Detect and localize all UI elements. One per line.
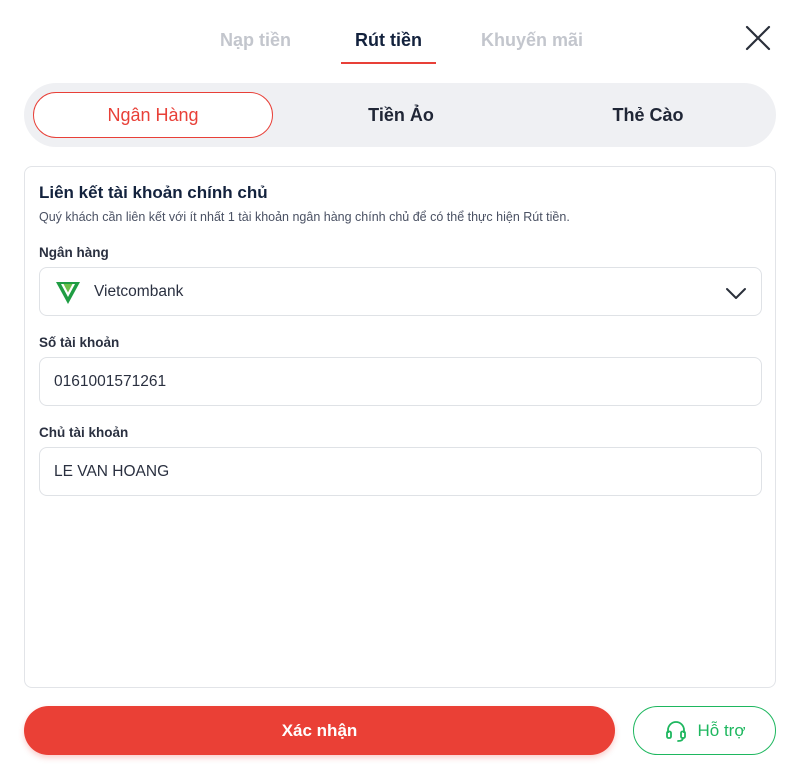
active-tab-indicator <box>341 62 436 64</box>
close-icon <box>745 25 771 51</box>
tab-deposit[interactable]: Nạp tiền <box>220 30 291 51</box>
vietcombank-logo-icon <box>56 281 80 304</box>
headset-icon <box>665 720 686 742</box>
top-tab-bar: Nạp tiền Rút tiền Khuyến mãi <box>0 0 800 70</box>
bank-select[interactable]: Vietcombank <box>39 267 762 316</box>
tab-withdraw[interactable]: Rút tiền <box>355 30 422 51</box>
account-number-label: Số tài khoản <box>39 335 120 350</box>
account-holder-field <box>39 447 762 496</box>
withdraw-method-selector: Ngân Hàng Tiền Ảo Thẻ Cào <box>24 83 776 147</box>
bank-label: Ngân hàng <box>39 245 109 260</box>
account-holder-label: Chủ tài khoản <box>39 425 129 440</box>
confirm-button[interactable]: Xác nhận <box>24 706 615 755</box>
account-number-field <box>39 357 762 406</box>
bank-link-card: Liên kết tài khoản chính chủ Quý khách c… <box>24 166 776 688</box>
card-description: Quý khách cần liên kết với ít nhất 1 tài… <box>39 210 570 224</box>
account-number-input[interactable] <box>54 372 734 391</box>
method-tab-scratch-card[interactable]: Thẻ Cào <box>528 92 768 138</box>
close-button[interactable] <box>744 24 772 52</box>
chevron-down-icon <box>726 288 746 299</box>
support-button[interactable]: Hỗ trợ <box>633 706 776 755</box>
tab-promotions[interactable]: Khuyến mãi <box>481 30 583 51</box>
method-tab-bank[interactable]: Ngân Hàng <box>33 92 273 138</box>
bank-selected-value: Vietcombank <box>94 282 184 300</box>
support-label: Hỗ trợ <box>697 720 746 740</box>
account-holder-input[interactable] <box>54 462 734 481</box>
card-title: Liên kết tài khoản chính chủ <box>39 183 268 202</box>
method-tab-crypto[interactable]: Tiền Ảo <box>281 92 521 138</box>
